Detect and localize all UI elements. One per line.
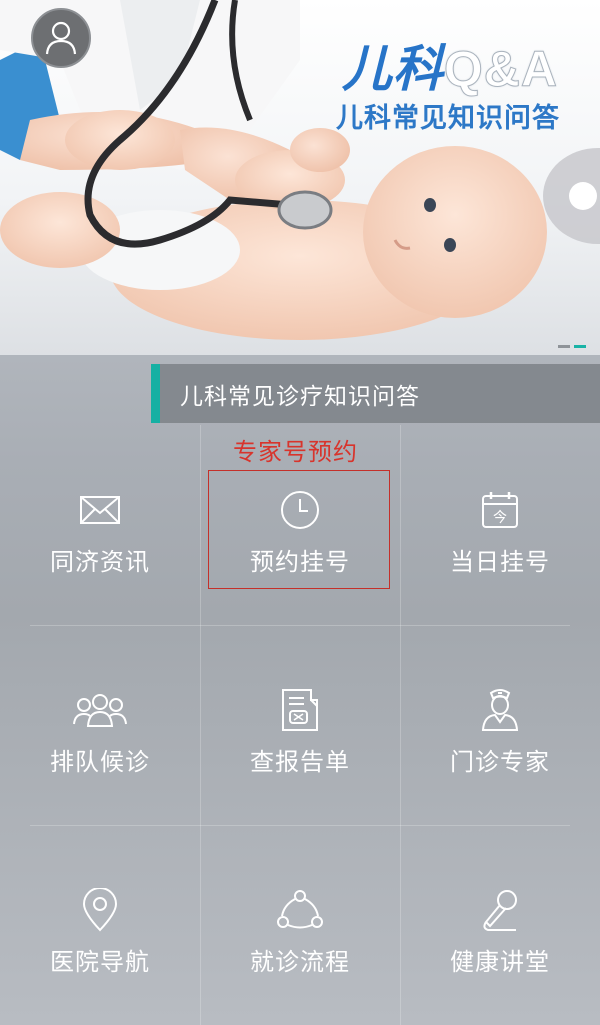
user-icon bbox=[45, 21, 77, 55]
logo-chinese: 儿科 bbox=[341, 41, 444, 97]
people-queue-icon bbox=[73, 694, 127, 727]
notice-bar[interactable]: 儿科常见诊疗知识问答 bbox=[151, 364, 600, 423]
menu-item-experts[interactable]: 门诊专家 bbox=[400, 625, 600, 825]
menu-item-label: 健康讲堂 bbox=[450, 948, 550, 976]
menu-item-health-lecture[interactable]: 健康讲堂 bbox=[400, 825, 600, 1025]
menu-item-navigation[interactable]: 医院导航 bbox=[0, 825, 200, 1025]
doctor-icon bbox=[481, 689, 519, 731]
user-avatar-button[interactable] bbox=[31, 8, 91, 68]
svg-text:今: 今 bbox=[493, 510, 507, 526]
pager-dot[interactable] bbox=[558, 345, 570, 348]
annotation-highlight-box bbox=[208, 470, 390, 589]
report-icon bbox=[282, 689, 318, 731]
menu-item-label: 就诊流程 bbox=[250, 948, 350, 976]
app-logo: 儿科 Q&A bbox=[341, 41, 558, 97]
carousel-knob-dot bbox=[569, 182, 597, 210]
pager-dot-active[interactable] bbox=[574, 345, 586, 348]
logo-qa: Q&A bbox=[443, 41, 558, 97]
notice-text: 儿科常见诊疗知识问答 bbox=[180, 383, 420, 410]
location-pin-icon bbox=[82, 888, 118, 932]
menu-item-process[interactable]: 就诊流程 bbox=[200, 825, 400, 1025]
menu-item-news[interactable]: 同济资讯 bbox=[0, 425, 200, 625]
menu-item-label: 排队候诊 bbox=[50, 748, 150, 776]
menu-item-label: 当日挂号 bbox=[450, 548, 550, 576]
microphone-icon bbox=[483, 890, 517, 931]
banner-subtitle: 儿科常见知识问答 bbox=[336, 103, 560, 134]
menu-item-report[interactable]: 查报告单 bbox=[200, 625, 400, 825]
hero-banner[interactable]: 儿科 Q&A 儿科常见知识问答 bbox=[0, 0, 600, 355]
menu-item-label: 医院导航 bbox=[50, 948, 150, 976]
calendar-today-icon: 今 bbox=[482, 492, 518, 528]
menu-item-label: 门诊专家 bbox=[450, 748, 550, 776]
menu-item-label: 查报告单 bbox=[250, 748, 350, 776]
menu-item-label: 同济资讯 bbox=[50, 548, 150, 576]
envelope-icon bbox=[80, 496, 120, 524]
process-flow-icon bbox=[277, 890, 323, 929]
menu-item-queue[interactable]: 排队候诊 bbox=[0, 625, 200, 825]
annotation-label: 专家号预约 bbox=[233, 438, 358, 466]
carousel-pager[interactable] bbox=[558, 345, 586, 348]
menu-item-same-day[interactable]: 今 当日挂号 bbox=[400, 425, 600, 625]
